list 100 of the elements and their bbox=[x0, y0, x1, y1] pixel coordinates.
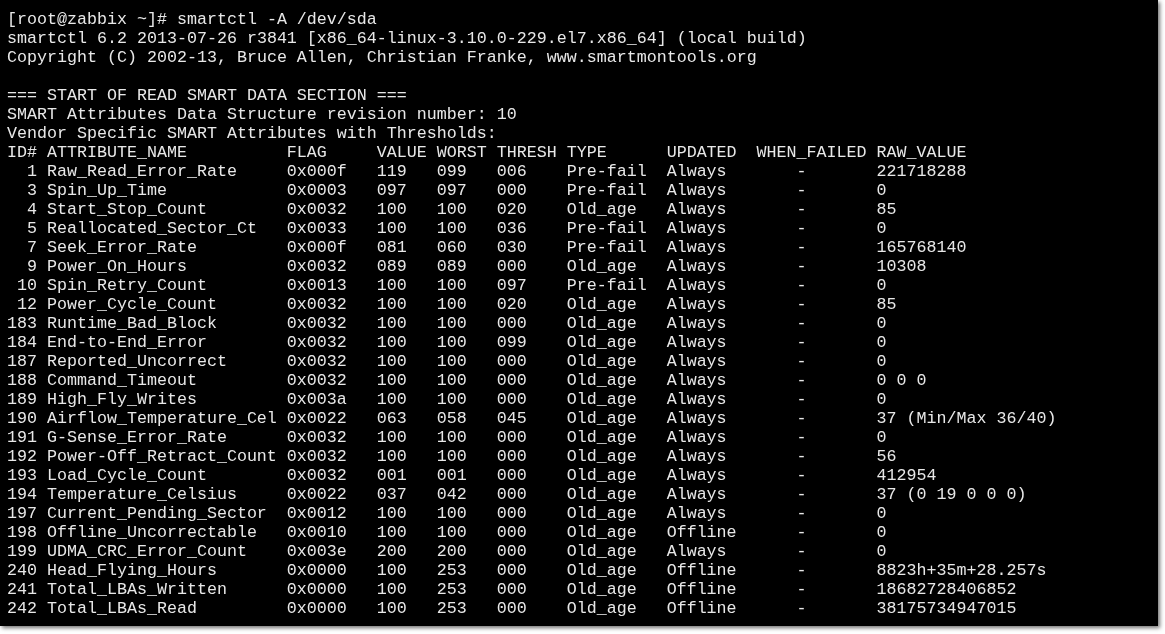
table-cell: 184 bbox=[7, 333, 37, 352]
table-cell: 000 bbox=[496, 599, 527, 618]
table-cell: 0 bbox=[876, 542, 887, 561]
column-header: UPDATED bbox=[666, 143, 737, 162]
table-cell: - bbox=[796, 181, 807, 200]
table-cell: Always bbox=[666, 352, 727, 371]
table-cell: 000 bbox=[496, 523, 527, 542]
table-cell: 0x0032 bbox=[286, 314, 347, 333]
table-cell: Offline bbox=[666, 599, 737, 618]
table-cell: Airflow_Temperature_Cel bbox=[46, 409, 277, 428]
table-cell: Always bbox=[666, 181, 727, 200]
table-cell: - bbox=[796, 447, 807, 466]
table-cell: Old_age bbox=[566, 409, 637, 428]
table-cell: 100 bbox=[436, 276, 467, 295]
table-cell: 0x0003 bbox=[286, 181, 347, 200]
table-cell: Always bbox=[666, 295, 727, 314]
table-cell: 0 bbox=[876, 390, 887, 409]
table-cell: 242 bbox=[7, 599, 37, 618]
table-cell: - bbox=[796, 238, 807, 257]
table-cell: 020 bbox=[496, 295, 527, 314]
table-cell: 0x0033 bbox=[286, 219, 347, 238]
table-cell: 12 bbox=[17, 295, 37, 314]
table-cell: Old_age bbox=[566, 333, 637, 352]
table-cell: 0 bbox=[876, 352, 887, 371]
column-header: WORST bbox=[436, 143, 487, 162]
table-cell: Power_Cycle_Count bbox=[46, 295, 217, 314]
table-cell: Total_LBAs_Written bbox=[46, 580, 227, 599]
table-cell: 089 bbox=[376, 257, 407, 276]
table-cell: 100 bbox=[376, 352, 407, 371]
table-cell: 0x0022 bbox=[286, 409, 347, 428]
table-cell: 5 bbox=[27, 219, 37, 238]
table-cell: End-to-End_Error bbox=[46, 333, 207, 352]
column-header: WHEN_FAILED bbox=[756, 143, 867, 162]
table-cell: 3 bbox=[27, 181, 37, 200]
table-cell: Command_Timeout bbox=[46, 371, 197, 390]
table-cell: 100 bbox=[436, 523, 467, 542]
table-cell: Old_age bbox=[566, 390, 637, 409]
table-cell: 100 bbox=[376, 523, 407, 542]
table-cell: 0 bbox=[876, 276, 887, 295]
table-cell: Always bbox=[666, 257, 727, 276]
table-cell: Power_On_Hours bbox=[46, 257, 187, 276]
table-cell: 100 bbox=[436, 219, 467, 238]
table-cell: 100 bbox=[436, 295, 467, 314]
table-cell: Seek_Error_Rate bbox=[46, 238, 197, 257]
table-cell: 0 bbox=[876, 333, 887, 352]
table-cell: 081 bbox=[376, 238, 407, 257]
table-cell: 10308 bbox=[876, 257, 927, 276]
table-cell: Temperature_Celsius bbox=[46, 485, 237, 504]
table-cell: 187 bbox=[7, 352, 37, 371]
table-cell: 060 bbox=[436, 238, 467, 257]
table-cell: Reported_Uncorrect bbox=[46, 352, 227, 371]
table-cell: 100 bbox=[436, 447, 467, 466]
table-cell: 221718288 bbox=[876, 162, 967, 181]
table-cell: - bbox=[796, 580, 807, 599]
info-text: Vendor Specific SMART Attributes with Thresholds: bbox=[7, 124, 497, 143]
table-cell: Old_age bbox=[566, 504, 637, 523]
table-cell: 0x0032 bbox=[286, 295, 347, 314]
table-cell: 241 bbox=[7, 580, 37, 599]
table-cell: Head_Flying_Hours bbox=[46, 561, 217, 580]
table-cell: 045 bbox=[496, 409, 527, 428]
table-cell: 9 bbox=[27, 257, 37, 276]
table-cell: 030 bbox=[496, 238, 527, 257]
table-cell: 000 bbox=[496, 352, 527, 371]
table-cell: Pre-fail bbox=[566, 238, 647, 257]
table-cell: Old_age bbox=[566, 314, 637, 333]
table-cell: 100 bbox=[376, 371, 407, 390]
table-cell: 001 bbox=[436, 466, 467, 485]
table-cell: Offline bbox=[666, 561, 737, 580]
table-cell: Total_LBAs_Read bbox=[46, 599, 197, 618]
table-cell: 100 bbox=[376, 561, 407, 580]
table-cell: - bbox=[796, 295, 807, 314]
table-cell: Always bbox=[666, 276, 727, 295]
table-cell: 0x0000 bbox=[286, 561, 347, 580]
table-cell: Runtime_Bad_Block bbox=[46, 314, 217, 333]
table-cell: 0x0032 bbox=[286, 352, 347, 371]
table-cell: 000 bbox=[496, 561, 527, 580]
table-cell: Offline bbox=[666, 523, 737, 542]
table-cell: 0x0022 bbox=[286, 485, 347, 504]
table-cell: - bbox=[796, 390, 807, 409]
command-line: [root@zabbix ~]# smartctl -A /dev/sda bbox=[7, 10, 377, 29]
table-cell: - bbox=[796, 466, 807, 485]
table-cell: 097 bbox=[376, 181, 407, 200]
output-text: Copyright (C) 2002-13, Bruce Allen, Christian Franke, www.smartmontools.org bbox=[7, 48, 757, 67]
table-cell: 0 bbox=[876, 504, 887, 523]
table-cell: UDMA_CRC_Error_Count bbox=[46, 542, 247, 561]
table-cell: 0x000f bbox=[286, 238, 347, 257]
table-cell: 0x0032 bbox=[286, 428, 347, 447]
table-cell: 042 bbox=[436, 485, 467, 504]
table-cell: 18682728406852 bbox=[876, 580, 1017, 599]
table-cell: 100 bbox=[376, 599, 407, 618]
table-cell: 100 bbox=[436, 371, 467, 390]
table-cell: 0x0032 bbox=[286, 257, 347, 276]
column-header: VALUE bbox=[376, 143, 427, 162]
table-cell: 193 bbox=[7, 466, 37, 485]
table-cell: 85 bbox=[876, 200, 897, 219]
table-cell: 100 bbox=[436, 504, 467, 523]
table-cell: - bbox=[796, 276, 807, 295]
column-header: ATTRIBUTE_NAME bbox=[46, 143, 187, 162]
table-cell: Old_age bbox=[566, 371, 637, 390]
table-cell: 000 bbox=[496, 466, 527, 485]
